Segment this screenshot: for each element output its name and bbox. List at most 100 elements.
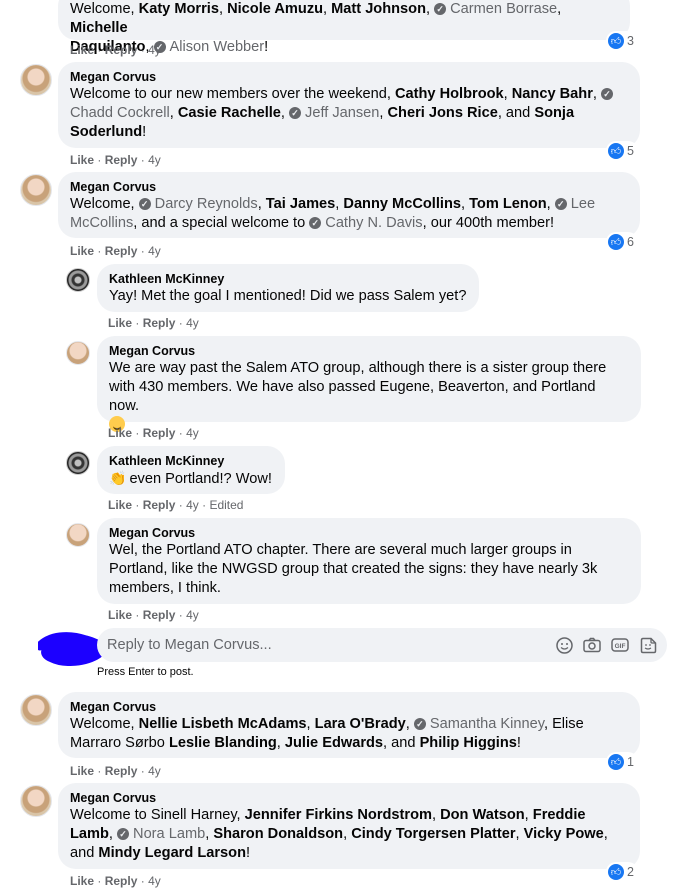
mention[interactable]: Philip Higgins — [420, 735, 517, 751]
mention[interactable]: Michelle — [70, 20, 128, 36]
comment-author[interactable]: Megan Corvus — [70, 179, 628, 195]
reply-input[interactable] — [107, 637, 545, 653]
timestamp[interactable]: 4y — [148, 244, 161, 258]
like-button[interactable]: Like — [70, 153, 94, 167]
mention[interactable]: Lara O'Brady — [315, 716, 406, 732]
mention[interactable]: Nora Lamb — [117, 826, 205, 842]
mention[interactable]: Sharon Donaldson — [213, 826, 343, 842]
reply-button[interactable]: Reply — [143, 426, 176, 440]
mention[interactable]: Nancy Bahr — [512, 86, 593, 102]
comment-bubble: Kathleen McKinney 👏 even Portland!? Wow! — [97, 446, 285, 494]
timestamp[interactable]: 4y — [186, 426, 199, 440]
reply-button[interactable]: Reply — [143, 608, 176, 622]
avatar[interactable] — [20, 64, 52, 96]
reaction-count[interactable]: 👍︎ 6 — [606, 232, 638, 252]
mention[interactable]: Casie Rachelle — [178, 105, 281, 121]
like-button[interactable]: Like — [108, 316, 132, 330]
comment-actions: Like · Reply · 4y — [70, 244, 161, 258]
timestamp[interactable]: 4y — [148, 153, 161, 167]
mention[interactable]: Matt Johnson — [331, 1, 426, 17]
comment-bubble: Megan Corvus Welcome, Nellie Lisbeth McA… — [58, 692, 640, 758]
like-button[interactable]: Like — [70, 764, 94, 778]
mention[interactable]: Cindy Torgersen Platter — [351, 826, 515, 842]
like-button[interactable]: Like — [108, 608, 132, 622]
mention[interactable]: Alison Webber — [154, 39, 265, 55]
comment-actions: Like · Reply · 4y — [70, 153, 161, 167]
mention[interactable]: Julie Edwards — [285, 735, 383, 751]
comment-author[interactable]: Kathleen McKinney — [109, 271, 467, 287]
reply-button[interactable]: Reply — [105, 43, 138, 57]
mention[interactable]: Cathy Holbrook — [395, 86, 504, 102]
reaction-count[interactable]: 👍︎ 5 — [606, 141, 638, 161]
reaction-count[interactable]: 👍︎ 2 — [606, 862, 638, 882]
reply-button[interactable]: Reply — [105, 764, 138, 778]
comment-text: Welcome, Darcy Reynolds, Tai James, Dann… — [70, 195, 628, 233]
timestamp[interactable]: 4y — [148, 874, 161, 888]
timestamp[interactable]: 4y — [148, 43, 161, 57]
mention[interactable]: Tai James — [266, 196, 336, 212]
reaction-count[interactable]: 👍︎ 3 — [606, 31, 638, 51]
comment-bubble: Megan Corvus Welcome to Sinell Harney, J… — [58, 783, 640, 869]
comment-bubble: Welcome, Katy Morris, Nicole Amuzu, Matt… — [58, 0, 630, 55]
comment-actions: Like · Reply · 4y — [108, 426, 199, 440]
reply-button[interactable]: Reply — [105, 874, 138, 888]
mention[interactable]: Jennifer Firkins Nordstrom — [245, 807, 432, 823]
like-button[interactable]: Like — [70, 244, 94, 258]
gif-icon[interactable]: GIF — [611, 636, 629, 654]
sticker-icon[interactable] — [639, 636, 657, 654]
comment-actions: Like · Reply · 4y — [108, 316, 199, 330]
reply-button[interactable]: Reply — [105, 244, 138, 258]
avatar[interactable] — [66, 341, 90, 365]
like-button[interactable]: Like — [108, 426, 132, 440]
comment-author[interactable]: Megan Corvus — [70, 69, 628, 85]
avatar[interactable] — [66, 451, 90, 475]
comment-author[interactable]: Megan Corvus — [109, 343, 629, 359]
timestamp[interactable]: 4y — [148, 764, 161, 778]
edited-label[interactable]: Edited — [209, 498, 243, 512]
reply-button[interactable]: Reply — [143, 498, 176, 512]
mention[interactable]: Danny McCollins — [343, 196, 461, 212]
timestamp[interactable]: 4y — [186, 498, 199, 512]
comment-text: Yay! Met the goal I mentioned! Did we pa… — [109, 288, 467, 304]
comment-bubble: Kathleen McKinney Yay! Met the goal I me… — [97, 264, 479, 312]
comment-bubble: Megan Corvus Wel, the Portland ATO chapt… — [97, 518, 641, 604]
comment-actions: Like · Reply · 4y · Edited — [108, 498, 244, 512]
mention[interactable]: Don Watson — [440, 807, 525, 823]
avatar[interactable] — [20, 174, 52, 206]
like-button[interactable]: Like — [108, 498, 132, 512]
mention[interactable]: Vicky Powe — [524, 826, 604, 842]
avatar[interactable] — [20, 785, 52, 817]
mention[interactable]: Carmen Borrase — [434, 1, 557, 17]
mention[interactable]: Cheri Jons Rice — [388, 105, 498, 121]
comment-text: Wel, the Portland ATO chapter. There are… — [109, 542, 598, 596]
mention[interactable]: Nicole Amuzu — [227, 1, 323, 17]
mention[interactable]: Nellie Lisbeth McAdams — [139, 716, 307, 732]
comment-actions: Like · Reply · 4y — [70, 874, 161, 888]
avatar[interactable] — [66, 268, 90, 292]
mention[interactable]: Jeff Jansen — [289, 105, 379, 121]
comment-bubble: Megan Corvus Welcome, Darcy Reynolds, Ta… — [58, 172, 640, 238]
emoji-icon[interactable] — [555, 636, 573, 654]
avatar[interactable] — [20, 694, 52, 726]
like-button[interactable]: Like — [70, 43, 94, 57]
comment-author[interactable]: Megan Corvus — [70, 790, 628, 806]
like-button[interactable]: Like — [70, 874, 94, 888]
mention[interactable]: Leslie Blanding — [169, 735, 277, 751]
timestamp[interactable]: 4y — [186, 316, 199, 330]
timestamp[interactable]: 4y — [186, 608, 199, 622]
mention[interactable]: Cathy N. Davis — [309, 215, 422, 231]
reaction-count[interactable]: 👍︎ 1 — [606, 752, 638, 772]
reply-button[interactable]: Reply — [105, 153, 138, 167]
comment-author[interactable]: Megan Corvus — [109, 525, 629, 541]
comment-author[interactable]: Megan Corvus — [70, 699, 628, 715]
comment-bubble: Megan Corvus We are way past the Salem A… — [97, 336, 641, 432]
mention[interactable]: Samantha Kinney — [414, 716, 544, 732]
mention[interactable]: Katy Morris — [139, 1, 219, 17]
mention[interactable]: Tom Lenon — [469, 196, 547, 212]
mention[interactable]: Mindy Legard Larson — [98, 845, 246, 861]
avatar[interactable] — [66, 523, 90, 547]
reply-button[interactable]: Reply — [143, 316, 176, 330]
comment-author[interactable]: Kathleen McKinney — [109, 453, 273, 469]
camera-icon[interactable] — [583, 636, 601, 654]
mention[interactable]: Darcy Reynolds — [139, 196, 258, 212]
